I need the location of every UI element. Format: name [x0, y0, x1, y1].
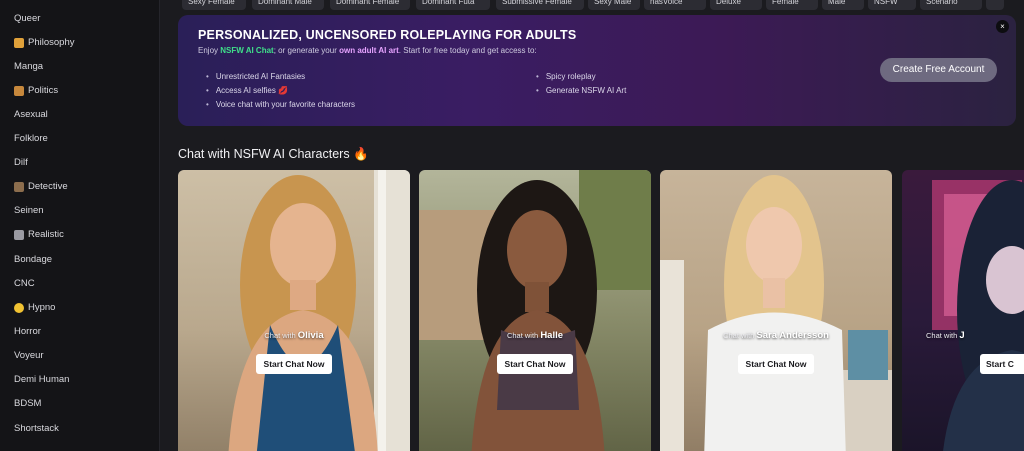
- sidebar-item-label: Horror: [14, 326, 41, 337]
- tag-sexy-female[interactable]: Sexy Female: [182, 0, 246, 10]
- sidebar-item-folklore[interactable]: Folklore: [14, 131, 48, 147]
- section-title: Chat with NSFW AI Characters 🔥: [178, 147, 369, 161]
- card-character-name: J: [959, 330, 965, 341]
- card-character-name: Halle: [540, 330, 564, 341]
- sidebar-item-label: Detective: [28, 181, 68, 192]
- card-title-prefix: Chat with: [264, 331, 298, 340]
- feature-item: Voice chat with your favorite characters: [206, 100, 355, 109]
- start-chat-button[interactable]: Start Chat Now: [497, 354, 573, 374]
- sidebar-item-label: Seinen: [14, 205, 44, 216]
- sidebar-item-label: CNC: [14, 278, 35, 289]
- app-window: Queer Philosophy Manga Politics Asexual …: [0, 0, 1024, 451]
- card-title: Chat with Sara Andersson: [660, 330, 892, 341]
- tag-male[interactable]: Male: [822, 0, 864, 10]
- sidebar-item-cnc[interactable]: CNC: [14, 276, 35, 292]
- sidebar-item-label: Queer: [14, 13, 41, 24]
- sidebar-item-bondage[interactable]: Bondage: [14, 252, 52, 268]
- tag-overflow[interactable]: [986, 0, 1004, 10]
- sidebar-item-label: BDSM: [14, 398, 42, 409]
- tag-dominant-futa[interactable]: Dominant Futa: [416, 0, 490, 10]
- card-title: Chat with J: [926, 330, 965, 341]
- start-chat-button[interactable]: Start C: [980, 354, 1024, 374]
- feature-item: Generate NSFW AI Art: [536, 86, 626, 95]
- sidebar-item-label: Dilf: [14, 157, 28, 168]
- tag-scenario[interactable]: Scenario: [920, 0, 982, 10]
- sidebar-item-label: Folklore: [14, 133, 48, 144]
- tag-filter-row: Sexy Female Dominant Male Dominant Femal…: [160, 0, 1024, 10]
- sidebar-item-manga[interactable]: Manga: [14, 59, 43, 75]
- sidebar-item-dilf[interactable]: Dilf: [14, 155, 28, 171]
- main-content: Sexy Female Dominant Male Dominant Femal…: [160, 0, 1024, 451]
- banner-subtitle-text: Enjoy: [198, 46, 221, 55]
- sidebar-item-philosophy[interactable]: Philosophy: [14, 35, 74, 51]
- card-title-prefix: Chat with: [723, 331, 757, 340]
- character-portrait-image: [932, 180, 1024, 451]
- sidebar-item-detective[interactable]: Detective: [14, 179, 68, 195]
- sidebar-item-label: Politics: [28, 85, 59, 96]
- banner-title: PERSONALIZED, UNCENSORED ROLEPLAYING FOR…: [198, 28, 577, 42]
- card-character-name: Sara Andersson: [756, 330, 829, 341]
- character-portrait-image: [228, 170, 410, 451]
- start-chat-button[interactable]: Start Chat Now: [738, 354, 814, 374]
- tag-submissive-female[interactable]: Submissive Female: [496, 0, 584, 10]
- tag-female[interactable]: Female: [766, 0, 818, 10]
- banner-subtitle: Enjoy NSFW AI Chat; or generate your own…: [198, 46, 537, 55]
- feature-item: Unrestricted AI Fantasies: [206, 72, 305, 81]
- sidebar-item-label: Bondage: [14, 254, 53, 265]
- category-sidebar: Queer Philosophy Manga Politics Asexual …: [0, 0, 160, 451]
- sidebar-item-asexual[interactable]: Asexual: [14, 107, 48, 123]
- tag-dominant-female[interactable]: Dominant Female: [330, 0, 410, 10]
- card-title-prefix: Chat with: [506, 331, 541, 340]
- character-portrait-image: [660, 175, 892, 451]
- character-card-sara-andersson[interactable]: Chat with Sara Andersson Start Chat Now: [660, 170, 892, 451]
- sidebar-item-label: Philosophy: [28, 37, 75, 48]
- ballot-icon: [14, 86, 24, 96]
- start-chat-button[interactable]: Start Chat Now: [256, 354, 332, 374]
- banner-subtitle-text: ; or generate your: [273, 46, 340, 55]
- tag-has-voice[interactable]: hasVoice: [644, 0, 706, 10]
- card-title-prefix: Chat with: [926, 331, 960, 340]
- sidebar-item-horror[interactable]: Horror: [14, 324, 41, 340]
- tag-scroll-right-icon[interactable]: ›: [1014, 0, 1018, 4]
- sidebar-item-queer[interactable]: Queer: [14, 11, 40, 27]
- sidebar-item-label: Hypno: [28, 302, 56, 313]
- sidebar-item-shortstack[interactable]: Shortstack: [14, 421, 59, 437]
- character-card-halle[interactable]: Chat with Halle Start Chat Now: [419, 170, 651, 451]
- sidebar-item-label: Shortstack: [14, 423, 59, 434]
- sidebar-item-bdsm[interactable]: BDSM: [14, 396, 41, 412]
- detective-icon: [14, 182, 24, 192]
- sidebar-item-politics[interactable]: Politics: [14, 83, 58, 99]
- sidebar-item-hypno[interactable]: Hypno: [14, 300, 55, 316]
- sidebar-item-label: Manga: [14, 61, 44, 72]
- character-portrait-image: [419, 170, 651, 451]
- card-title: Chat with Halle: [419, 330, 651, 341]
- nsfw-ai-chat-link[interactable]: NSFW AI Chat: [220, 46, 273, 55]
- feature-item: Spicy roleplay: [536, 72, 596, 81]
- sidebar-item-voyeur[interactable]: Voyeur: [14, 348, 44, 364]
- tag-deluxe[interactable]: Deluxe: [710, 0, 762, 10]
- sidebar-item-demi-human[interactable]: Demi Human: [14, 372, 69, 388]
- sidebar-item-label: Voyeur: [14, 350, 44, 361]
- card-character-name: Olivia: [297, 330, 324, 341]
- promo-banner: PERSONALIZED, UNCENSORED ROLEPLAYING FOR…: [178, 15, 1016, 126]
- create-free-account-button[interactable]: Create Free Account: [880, 58, 997, 82]
- character-card-partial[interactable]: Chat with J Start C: [902, 170, 1024, 451]
- sidebar-item-realistic[interactable]: Realistic: [14, 227, 64, 243]
- sidebar-item-label: Realistic: [28, 229, 64, 240]
- tag-nsfw[interactable]: NSFW: [868, 0, 916, 10]
- sidebar-item-seinen[interactable]: Seinen: [14, 203, 44, 219]
- sidebar-item-label: Asexual: [14, 109, 48, 120]
- banner-subtitle-text: . Start for free today and get access to…: [398, 46, 537, 55]
- sidebar-item-label: Demi Human: [14, 374, 70, 385]
- tag-dominant-male[interactable]: Dominant Male: [252, 0, 324, 10]
- camera-icon: [14, 230, 24, 240]
- dizzy-face-icon: [14, 303, 24, 313]
- tag-sexy-male[interactable]: Sexy Male: [588, 0, 640, 10]
- adult-ai-art-link[interactable]: own adult AI art: [339, 46, 399, 55]
- close-banner-icon[interactable]: ×: [996, 20, 1009, 33]
- feature-item: Access AI selfies 💋: [206, 86, 288, 95]
- card-title: Chat with Olivia: [178, 330, 410, 341]
- book-icon: [14, 38, 24, 48]
- character-card-olivia[interactable]: Chat with Olivia Start Chat Now: [178, 170, 410, 451]
